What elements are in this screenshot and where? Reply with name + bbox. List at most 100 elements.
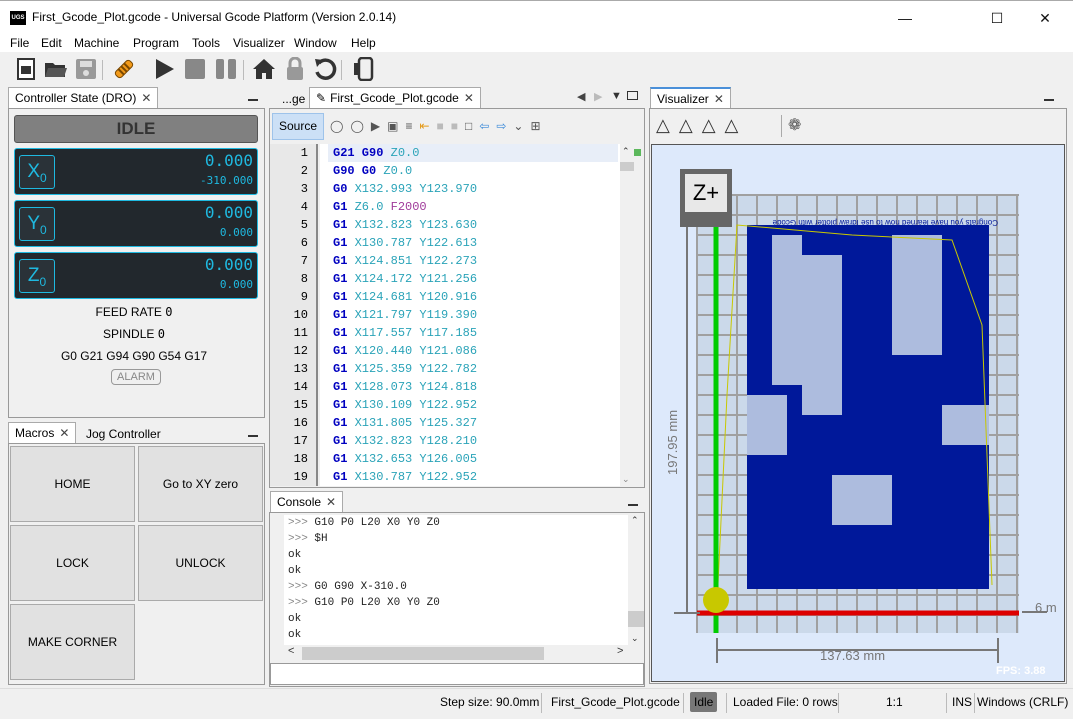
tab-macros[interactable]: Macros ✕ bbox=[8, 422, 77, 445]
code-line[interactable]: G1 Z6.0 F2000 bbox=[333, 198, 620, 216]
code-area[interactable]: G21 G90 Z0.0 G90 G0 Z0.0 G0 X132.993 Y12… bbox=[320, 144, 620, 486]
mirror-icon[interactable]: ▶ bbox=[371, 119, 387, 133]
code-line[interactable]: G1 X132.823 Y128.210 bbox=[333, 432, 620, 450]
menu-edit[interactable]: Edit bbox=[41, 36, 62, 50]
macro-home-button[interactable]: HOME bbox=[10, 446, 135, 522]
minimize-button[interactable]: — bbox=[882, 1, 928, 35]
minimize-panel-button[interactable] bbox=[628, 504, 638, 506]
view-left-icon[interactable]: △ bbox=[702, 115, 725, 135]
menu-window[interactable]: Window bbox=[294, 36, 337, 50]
code-line[interactable]: G1 X130.787 Y122.613 bbox=[333, 234, 620, 252]
code-line[interactable]: G0 X132.993 Y123.970 bbox=[333, 180, 620, 198]
reset-icon[interactable] bbox=[312, 56, 338, 82]
stop-icon[interactable] bbox=[182, 56, 208, 82]
close-icon[interactable]: ✕ bbox=[141, 91, 151, 105]
source-view-button[interactable]: Source bbox=[272, 113, 324, 140]
shift-left-icon[interactable]: ⇦ bbox=[479, 119, 496, 133]
scroll-down-icon[interactable]: ⌄ bbox=[622, 474, 630, 485]
minimize-panel-button[interactable] bbox=[248, 99, 258, 101]
console-vscroll[interactable]: ⌃ ⌄ bbox=[628, 515, 644, 645]
code-line[interactable]: G1 X130.787 Y122.952 bbox=[333, 468, 620, 486]
prev-bookmark-icon[interactable]: ■ bbox=[437, 119, 451, 133]
zero-z-button[interactable]: Z0 bbox=[19, 259, 55, 293]
macro-make-corner-button[interactable]: MAKE CORNER bbox=[10, 604, 135, 680]
tab-console[interactable]: Console ✕ bbox=[270, 491, 344, 513]
code-line[interactable]: G1 X130.109 Y122.952 bbox=[333, 396, 620, 414]
visualizer-canvas[interactable]: Congrats you have learned how to use Idr… bbox=[651, 144, 1065, 682]
menu-program[interactable]: Program bbox=[133, 36, 179, 50]
console-hscroll[interactable]: < > bbox=[284, 645, 628, 661]
settings-puzzle-icon[interactable]: ❁ bbox=[788, 115, 801, 135]
code-line[interactable]: G1 X128.073 Y124.818 bbox=[333, 378, 620, 396]
scroll-left-icon[interactable]: < bbox=[288, 645, 294, 657]
rotate-right-icon[interactable]: ◯ bbox=[350, 119, 370, 133]
code-line[interactable]: G1 X132.823 Y123.630 bbox=[333, 216, 620, 234]
open-gcode-icon[interactable] bbox=[13, 56, 39, 82]
editor-scrollbar[interactable]: ⌃ ⌄ bbox=[620, 144, 644, 486]
minimize-panel-button[interactable] bbox=[248, 435, 258, 437]
zero-x-button[interactable]: X0 bbox=[19, 155, 55, 189]
close-icon[interactable]: ✕ bbox=[326, 495, 336, 509]
menu-help[interactable]: Help bbox=[351, 36, 376, 50]
tab-scroll-left-icon[interactable]: ◀ bbox=[577, 90, 585, 103]
menu-file[interactable]: File bbox=[10, 36, 29, 50]
close-button[interactable]: ✕ bbox=[1022, 1, 1068, 35]
tab-visualizer[interactable]: Visualizer ✕ bbox=[650, 87, 731, 109]
lock-icon[interactable] bbox=[282, 56, 308, 82]
code-line[interactable]: G1 X131.805 Y125.327 bbox=[333, 414, 620, 432]
scroll-thumb[interactable] bbox=[302, 647, 544, 660]
z-plus-navcube-button[interactable]: Z+ bbox=[680, 169, 732, 227]
back-icon[interactable]: ⇤ bbox=[419, 119, 436, 133]
arc-expand-icon[interactable]: ≡ bbox=[405, 119, 419, 133]
save-icon[interactable] bbox=[73, 56, 99, 82]
pendant-icon[interactable] bbox=[350, 56, 376, 82]
code-line[interactable]: G1 X124.851 Y122.273 bbox=[333, 252, 620, 270]
tab-scroll-right-icon[interactable]: ▶ bbox=[594, 90, 602, 103]
console-output[interactable]: >>> G10 P0 L20 X0 Y0 Z0 >>> $H ok ok >>> G0 … bbox=[284, 515, 628, 645]
maximize-editor-icon[interactable] bbox=[627, 91, 638, 100]
macro-lock-button[interactable]: LOCK bbox=[10, 525, 135, 601]
zero-y-button[interactable]: Y0 bbox=[19, 207, 55, 241]
scroll-right-icon[interactable]: > bbox=[617, 645, 623, 657]
code-line[interactable]: G1 X132.653 Y126.005 bbox=[333, 450, 620, 468]
view-top-icon[interactable]: △ bbox=[679, 115, 702, 135]
play-icon[interactable] bbox=[151, 56, 177, 82]
scroll-up-icon[interactable]: ⌃ bbox=[631, 515, 639, 526]
view-front-icon[interactable]: △ bbox=[725, 115, 748, 135]
menu-machine[interactable]: Machine bbox=[74, 36, 119, 50]
scroll-up-icon[interactable]: ⌃ bbox=[622, 146, 630, 157]
macro-go-xy-zero-button[interactable]: Go to XY zero bbox=[138, 446, 263, 522]
code-line[interactable]: G90 G0 Z0.0 bbox=[333, 162, 620, 180]
pause-icon[interactable] bbox=[213, 56, 239, 82]
close-icon[interactable]: ✕ bbox=[59, 426, 69, 440]
select-icon[interactable]: □ bbox=[465, 119, 479, 133]
tab-gcode-file[interactable]: ✎ First_Gcode_Plot.gcode ✕ bbox=[309, 87, 481, 109]
tab-controller-state[interactable]: Controller State (DRO) ✕ bbox=[8, 87, 159, 109]
home-icon[interactable] bbox=[251, 56, 277, 82]
next-bookmark-icon[interactable]: ■ bbox=[451, 119, 465, 133]
maximize-button[interactable]: ☐ bbox=[974, 1, 1020, 35]
macro-unlock-button[interactable]: UNLOCK bbox=[138, 525, 263, 601]
shift-right-icon[interactable]: ⇨ bbox=[496, 119, 513, 133]
code-line[interactable]: G1 X121.797 Y119.390 bbox=[333, 306, 620, 324]
close-icon[interactable]: ✕ bbox=[714, 92, 724, 106]
code-line[interactable]: G1 X120.440 Y121.086 bbox=[333, 342, 620, 360]
scroll-thumb[interactable] bbox=[628, 611, 644, 627]
code-line[interactable]: G1 X125.359 Y122.782 bbox=[333, 360, 620, 378]
translate-icon[interactable]: ▣ bbox=[387, 119, 405, 133]
view-iso-icon[interactable]: △ bbox=[656, 115, 679, 135]
rotate-left-icon[interactable]: ◯ bbox=[330, 119, 350, 133]
code-line[interactable]: G1 X124.172 Y121.256 bbox=[333, 270, 620, 288]
scroll-down-icon[interactable]: ⌄ bbox=[631, 633, 639, 644]
code-line[interactable]: G1 X124.681 Y120.916 bbox=[333, 288, 620, 306]
connect-icon[interactable] bbox=[111, 56, 137, 82]
more-icon[interactable]: ⌄ bbox=[513, 119, 530, 133]
tab-list-dropdown-icon[interactable]: ▼ bbox=[611, 90, 622, 102]
open-folder-icon[interactable] bbox=[43, 56, 69, 82]
code-line[interactable]: G21 G90 Z0.0 bbox=[333, 144, 620, 162]
scroll-thumb[interactable] bbox=[620, 162, 634, 171]
console-command-input[interactable] bbox=[270, 663, 644, 685]
close-icon[interactable]: ✕ bbox=[464, 91, 474, 105]
grid-icon[interactable]: ⊞ bbox=[530, 119, 547, 133]
menu-tools[interactable]: Tools bbox=[192, 36, 220, 50]
